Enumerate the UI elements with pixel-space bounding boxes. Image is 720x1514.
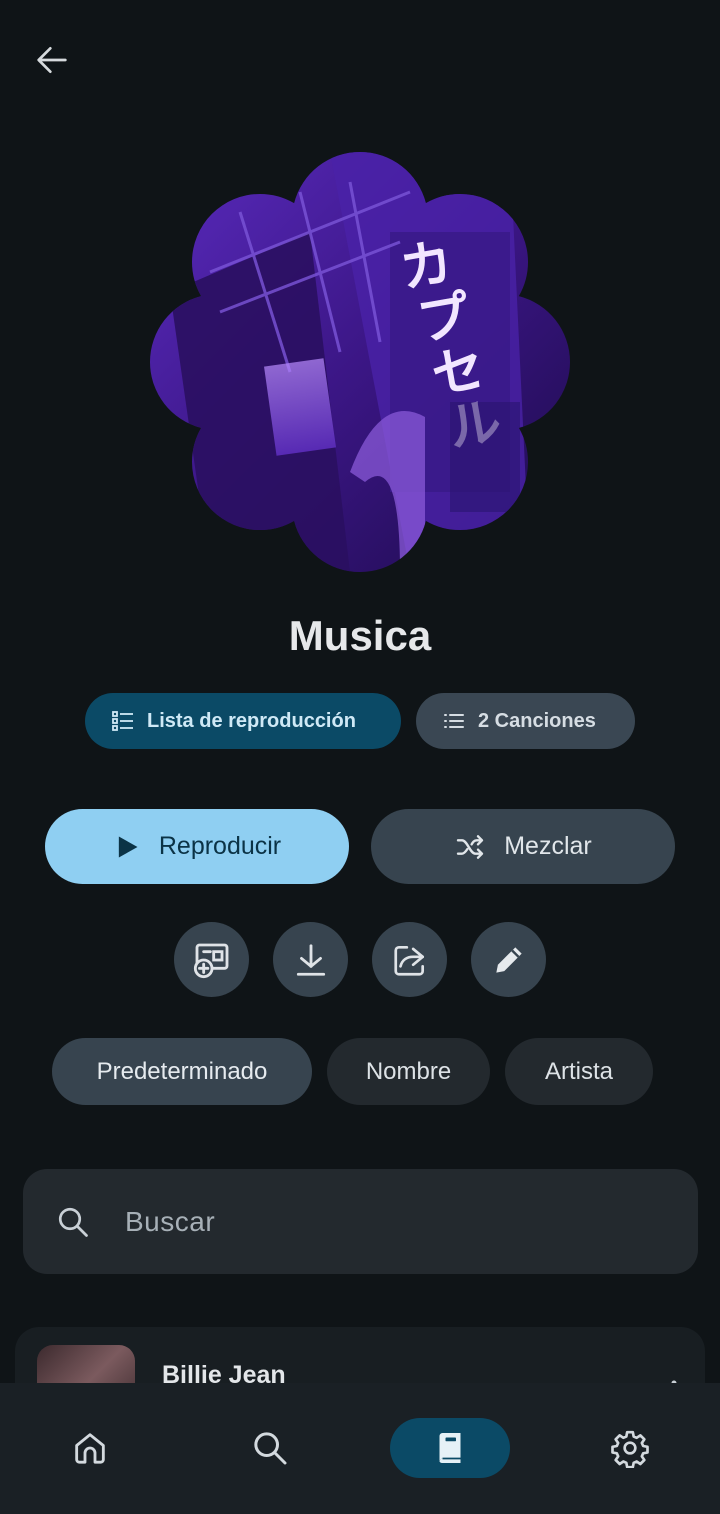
playlist-type-label: Lista de reproducción xyxy=(147,709,356,732)
list-icon xyxy=(444,714,464,728)
playlist-cover: カ プ セ ル xyxy=(150,152,570,572)
search-icon xyxy=(58,1207,88,1237)
library-icon xyxy=(439,1433,461,1464)
shuffle-icon xyxy=(457,834,484,859)
nav-settings[interactable] xyxy=(600,1418,660,1478)
download-icon xyxy=(296,943,325,976)
nav-home[interactable] xyxy=(60,1418,120,1478)
playlist-title: Musica xyxy=(288,612,432,659)
play-label: Reproducir xyxy=(158,832,282,860)
search-icon xyxy=(254,1432,287,1465)
add-to-playlist-icon xyxy=(193,943,228,978)
nav-search[interactable] xyxy=(240,1418,300,1478)
sort-artist-chip[interactable]: Artista xyxy=(505,1038,653,1105)
share-icon xyxy=(393,945,424,976)
nav-library[interactable] xyxy=(390,1418,510,1478)
search-input[interactable] xyxy=(125,1205,625,1238)
sort-name-chip[interactable]: Nombre xyxy=(327,1038,490,1105)
list-bulleted-icon xyxy=(112,711,133,731)
song-count-chip[interactable]: 2 Canciones xyxy=(416,693,635,749)
settings-icon xyxy=(611,1430,649,1468)
back-button[interactable] xyxy=(22,30,82,90)
download-button[interactable] xyxy=(273,922,348,997)
bottom-navigation xyxy=(0,1383,720,1514)
playlist-type-chip[interactable]: Lista de reproducción xyxy=(85,693,401,749)
sort-default-chip[interactable]: Predeterminado xyxy=(52,1038,312,1105)
add-to-playlist-button[interactable] xyxy=(174,922,249,997)
share-button[interactable] xyxy=(372,922,447,997)
shuffle-label: Mezclar xyxy=(504,832,592,860)
play-icon xyxy=(118,836,138,857)
home-icon xyxy=(75,1433,105,1464)
edit-button[interactable] xyxy=(471,922,546,997)
song-count-label: 2 Canciones xyxy=(478,709,596,732)
play-button[interactable]: Reproducir xyxy=(45,809,349,884)
edit-icon xyxy=(495,946,522,973)
arrow-back-icon xyxy=(37,47,67,73)
search-bar[interactable] xyxy=(23,1169,698,1274)
shuffle-button[interactable]: Mezclar xyxy=(371,809,675,884)
